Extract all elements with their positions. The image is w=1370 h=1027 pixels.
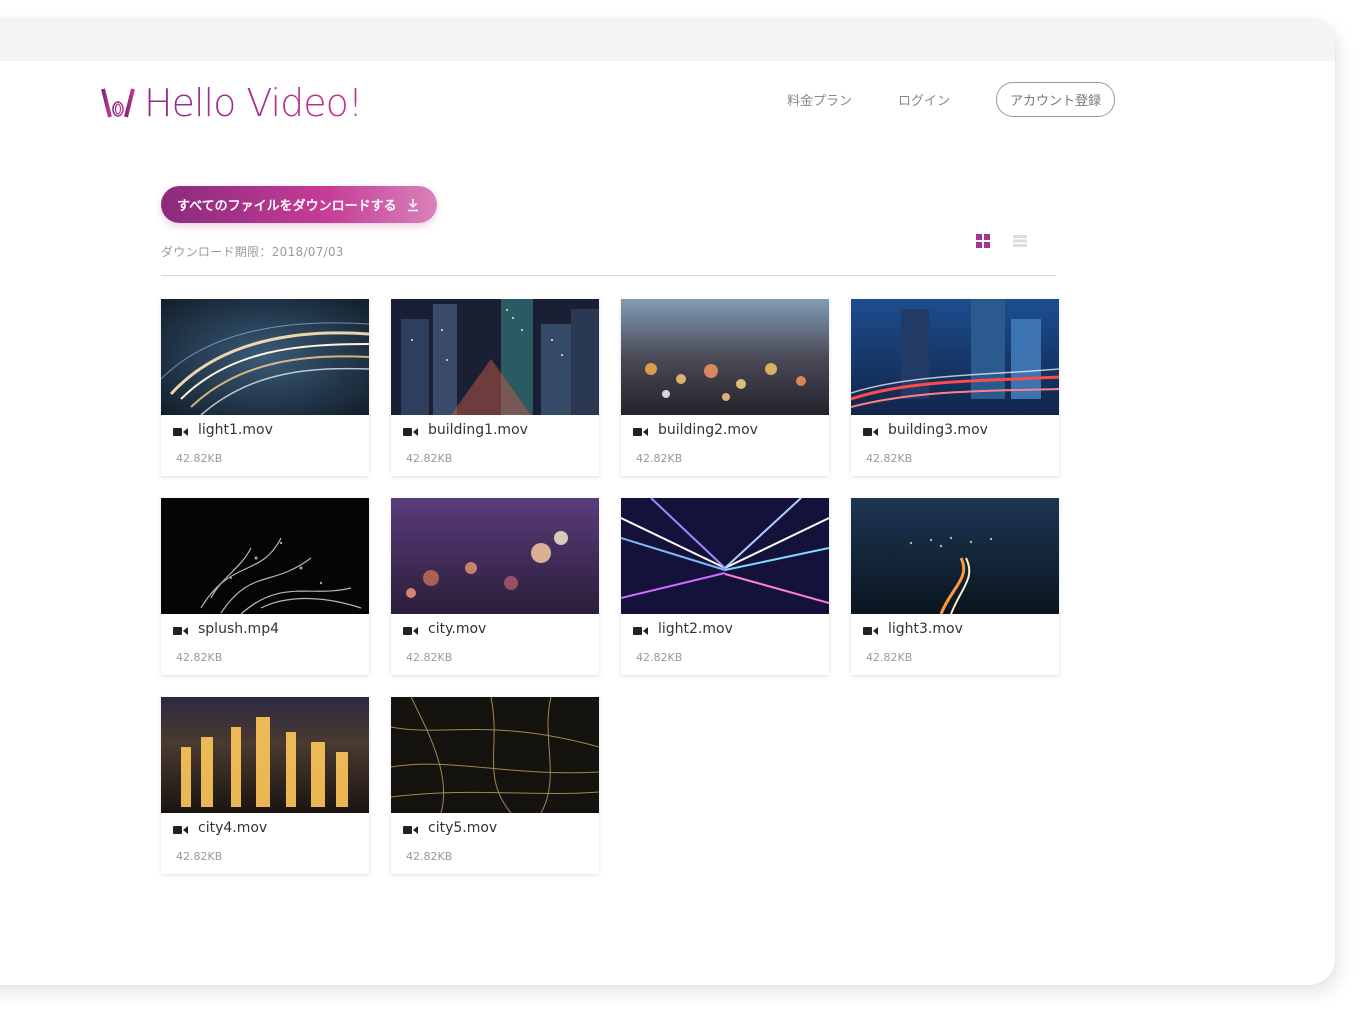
file-card[interactable]: city5.mov 42.82KB (391, 697, 599, 874)
video-camera-icon (173, 627, 188, 635)
signup-button[interactable]: アカウント登録 (995, 82, 1115, 117)
video-camera-icon (173, 826, 188, 834)
video-thumbnail (161, 498, 369, 614)
video-camera-icon (403, 428, 418, 436)
video-camera-icon (403, 826, 418, 834)
browser-window: Hello Video! 料金プラン ログイン アカウント登録 すべてのファイル… (0, 18, 1335, 985)
file-size: 42.82KB (636, 452, 683, 465)
video-thumbnail (391, 697, 599, 813)
file-card[interactable]: light1.mov 42.82KB (161, 299, 369, 476)
file-size: 42.82KB (176, 452, 223, 465)
file-size: 42.82KB (406, 452, 453, 465)
nav-login-link[interactable]: ログイン (898, 90, 950, 109)
file-name: splush.mp4 (198, 621, 279, 637)
file-size: 42.82KB (636, 651, 683, 664)
video-camera-icon (863, 428, 878, 436)
video-camera-icon (633, 627, 648, 635)
divider (161, 275, 1056, 276)
video-thumbnail (621, 498, 829, 614)
file-card[interactable]: city.mov 42.82KB (391, 498, 599, 675)
video-camera-icon (633, 428, 648, 436)
file-size: 42.82KB (176, 651, 223, 664)
file-name: building1.mov (428, 422, 528, 438)
file-name: city5.mov (428, 820, 498, 836)
download-all-button[interactable]: すべてのファイルをダウンロードする (161, 186, 437, 223)
file-card[interactable]: light3.mov 42.82KB (851, 498, 1059, 675)
video-thumbnail (391, 498, 599, 614)
file-card[interactable]: building3.mov 42.82KB (851, 299, 1059, 476)
video-thumbnail (161, 299, 369, 415)
download-icon (407, 198, 418, 211)
file-size: 42.82KB (866, 452, 913, 465)
file-name: light3.mov (888, 621, 963, 637)
file-name: building3.mov (888, 422, 988, 438)
file-card[interactable]: building2.mov 42.82KB (621, 299, 829, 476)
video-camera-icon (173, 428, 188, 436)
file-name: city4.mov (198, 820, 268, 836)
file-size: 42.82KB (866, 651, 913, 664)
file-name: building2.mov (658, 422, 758, 438)
logo-text: Hello Video! (144, 81, 363, 125)
file-card[interactable]: splush.mp4 42.82KB (161, 498, 369, 675)
file-card[interactable]: city4.mov 42.82KB (161, 697, 369, 874)
grid-view-icon[interactable] (976, 234, 990, 248)
video-thumbnail (621, 299, 829, 415)
file-size: 42.82KB (406, 850, 453, 863)
video-thumbnail (851, 299, 1059, 415)
file-card[interactable]: building1.mov 42.82KB (391, 299, 599, 476)
file-name: city.mov (428, 621, 487, 637)
file-name: light2.mov (658, 621, 733, 637)
list-view-icon[interactable] (1013, 234, 1027, 248)
view-toggle (976, 234, 1050, 248)
video-thumbnail (161, 697, 369, 813)
top-nav: 料金プラン ログイン アカウント登録 (741, 82, 1115, 117)
logo[interactable]: Hello Video! (100, 78, 363, 128)
window-topbar (0, 18, 1335, 61)
file-card[interactable]: light2.mov 42.82KB (621, 498, 829, 675)
file-name: light1.mov (198, 422, 273, 438)
logo-mark-icon (101, 88, 135, 118)
video-thumbnail (851, 498, 1059, 614)
video-camera-icon (863, 627, 878, 635)
video-camera-icon (403, 627, 418, 635)
file-size: 42.82KB (176, 850, 223, 863)
video-thumbnail (391, 299, 599, 415)
download-deadline: ダウンロード期限：2018/07/03 (161, 245, 344, 259)
download-all-label: すべてのファイルをダウンロードする (177, 199, 397, 214)
nav-pricing-link[interactable]: 料金プラン (787, 90, 852, 109)
file-size: 42.82KB (406, 651, 453, 664)
